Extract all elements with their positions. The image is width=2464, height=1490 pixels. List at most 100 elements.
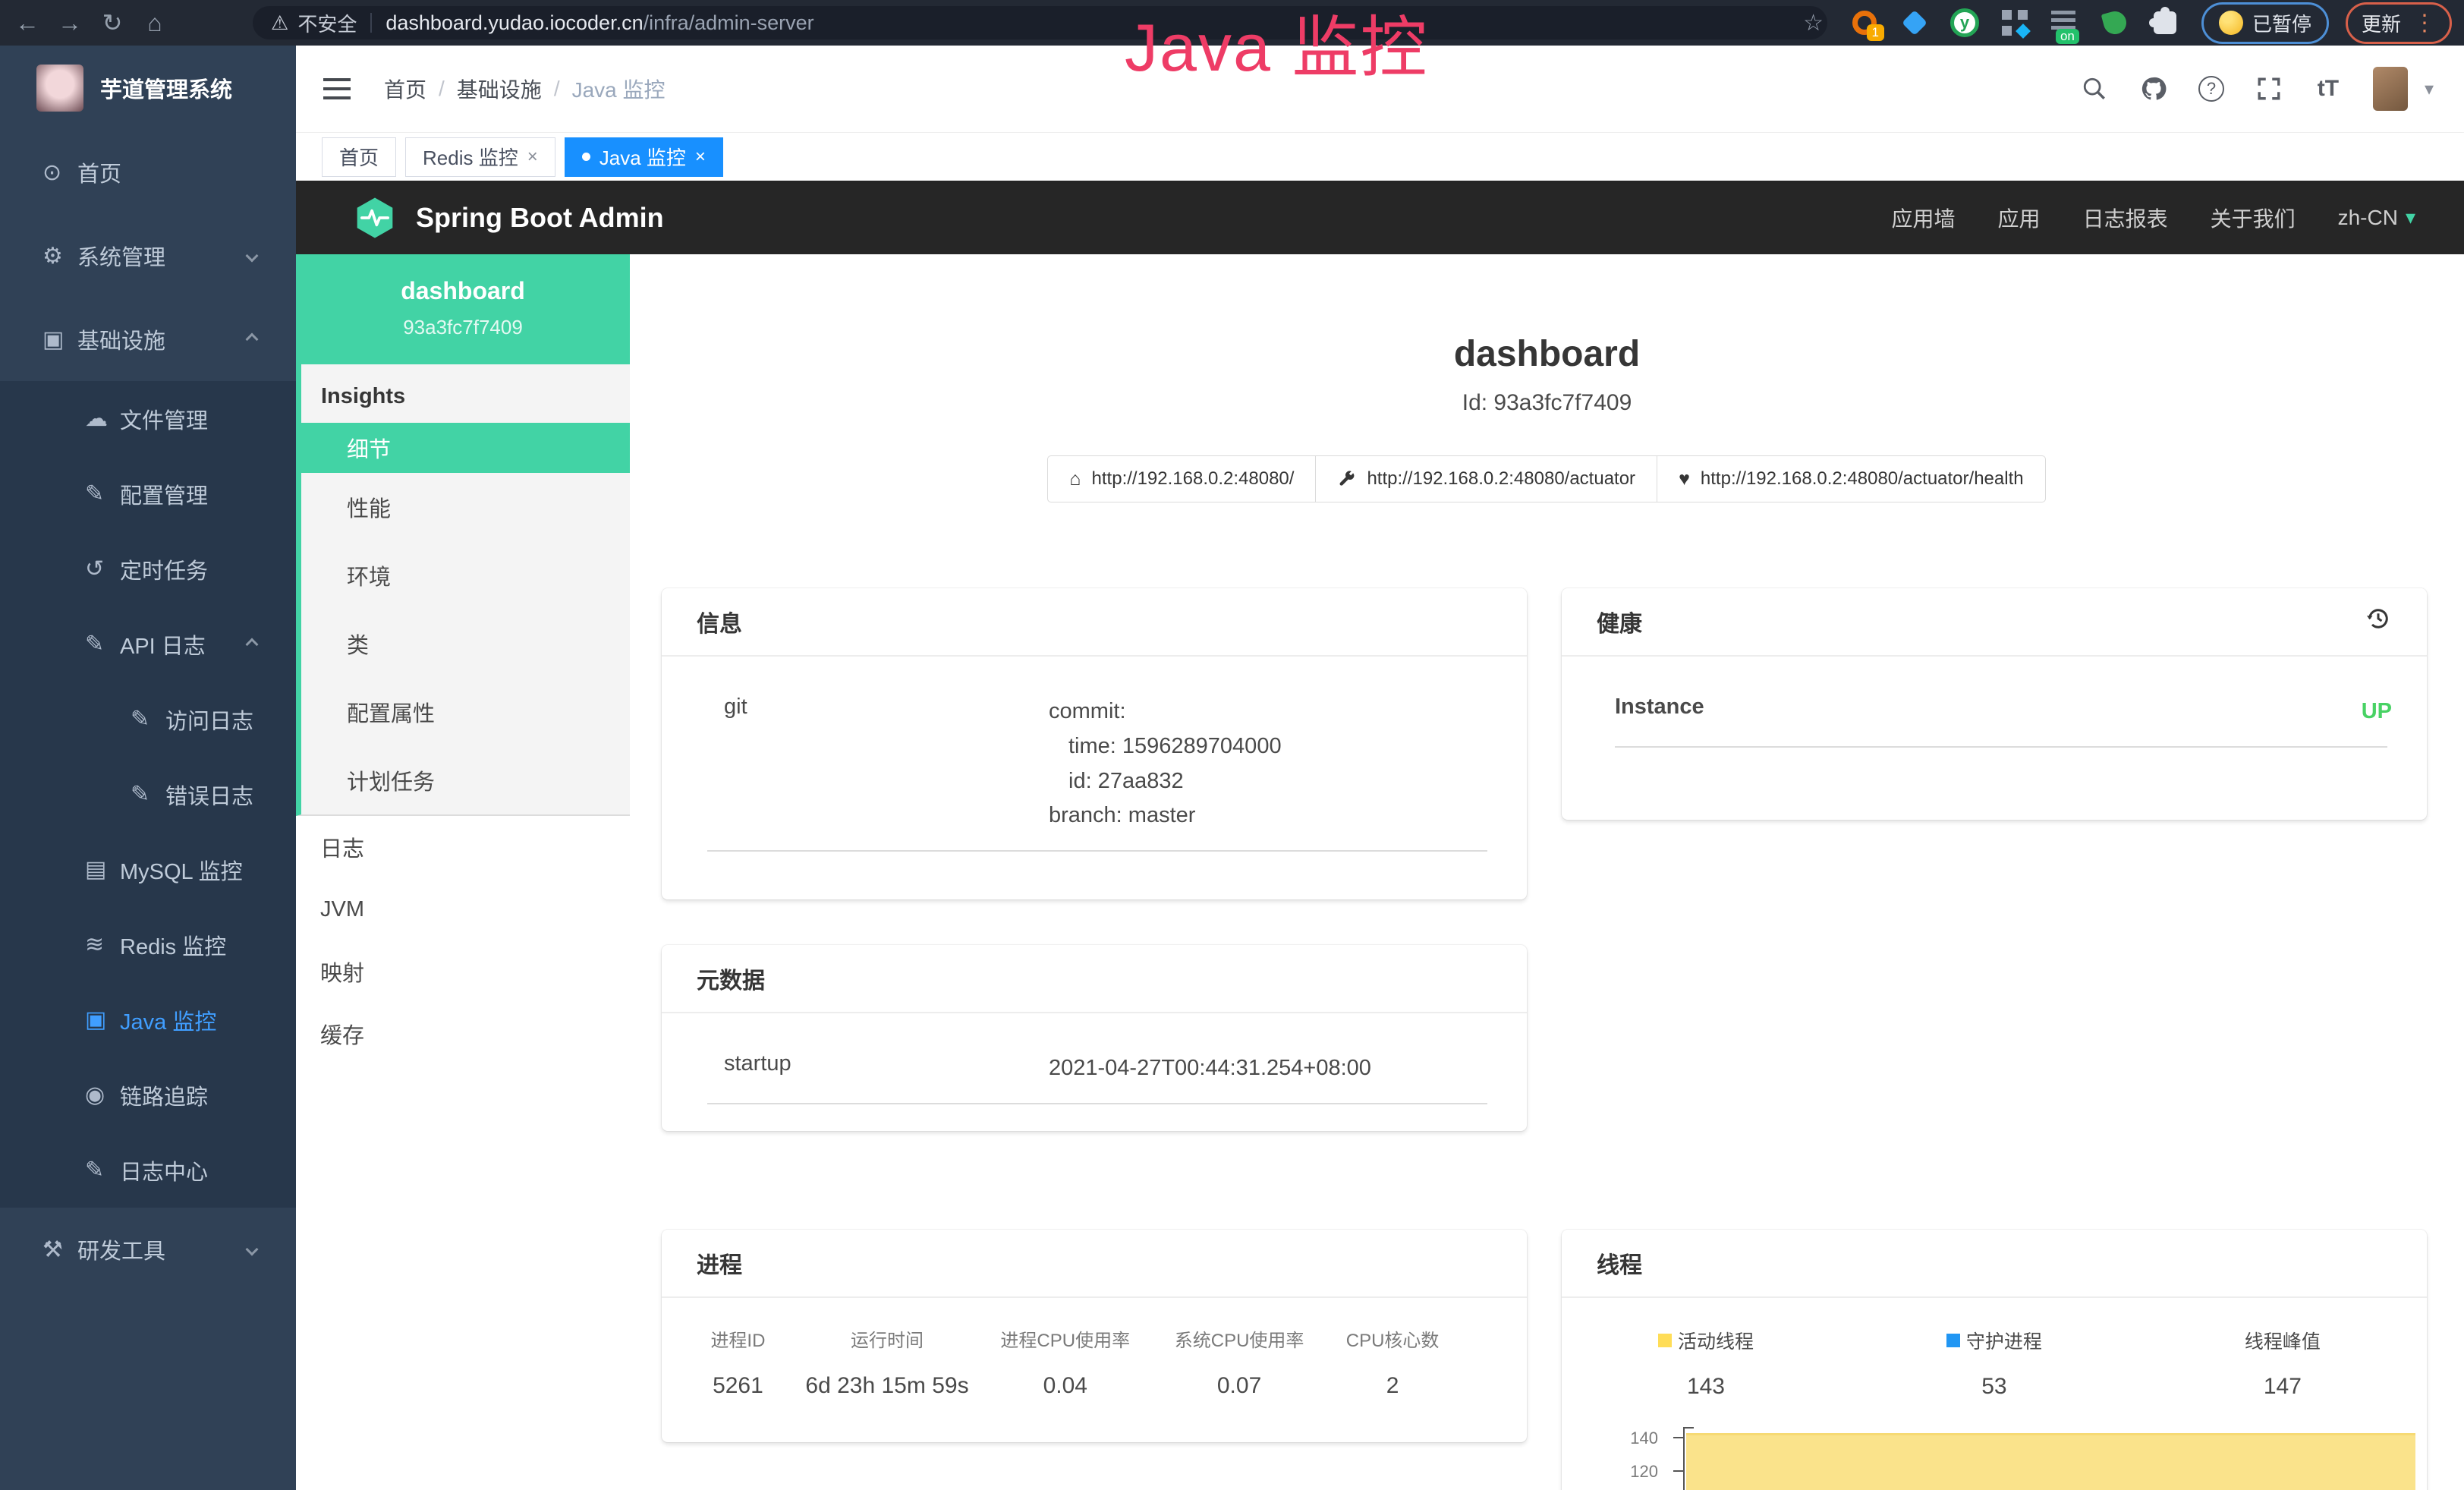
col-value: 5261 — [680, 1373, 796, 1399]
breadcrumb-infra[interactable]: 基础设施 — [457, 74, 542, 104]
help-icon[interactable]: ? — [2198, 76, 2224, 102]
browser-home-icon[interactable]: ⌂ — [134, 9, 176, 37]
address-bar[interactable]: ⚠ 不安全 dashboard.yudao.iocoder.cn/infra/a… — [253, 6, 1827, 39]
reload-icon[interactable]: ↻ — [91, 8, 134, 37]
sidebar-item-file[interactable]: ☁ 文件管理 — [0, 381, 296, 456]
legend-live-threads: 活动线程 143 — [1562, 1327, 1850, 1400]
health-status: UP — [1940, 695, 2392, 729]
profile-paused-chip[interactable]: 已暂停 — [2201, 2, 2329, 44]
info-row-label: git — [724, 695, 1049, 833]
sidebar-item-trace[interactable]: ◉ 链路追踪 — [0, 1057, 296, 1132]
monitor-icon: ▣ — [42, 326, 77, 353]
sba-navbar: Spring Boot Admin 应用墙 应用 日志报表 关于我们 zh-CN… — [296, 181, 2464, 254]
github-icon[interactable] — [2139, 74, 2168, 103]
sba-nav-journal[interactable]: 日志报表 — [2083, 203, 2168, 233]
extension-y-icon[interactable]: y — [1948, 6, 1981, 39]
extension-orange-icon[interactable]: 1 — [1848, 6, 1881, 39]
tab-java-monitor[interactable]: Java 监控 × — [565, 137, 723, 177]
actuator-url-button[interactable]: http://192.168.0.2:48080/actuator — [1315, 455, 1657, 502]
process-card: 进程 进程ID 5261 运行时间 6d 23h 15m 59s 进程CPU使用… — [662, 1230, 1527, 1442]
bookmark-star-icon[interactable]: ☆ — [1803, 10, 1824, 36]
process-col-uptime: 运行时间 6d 23h 15m 59s — [796, 1325, 978, 1399]
sidebar-item-error-log[interactable]: ✎ 错误日志 — [0, 757, 296, 832]
sidebar-item-access-log[interactable]: ✎ 访问日志 — [0, 682, 296, 757]
daemon-threads-swatch — [1946, 1334, 1960, 1347]
instance-nav-environment[interactable]: 环境 — [301, 541, 630, 610]
search-icon[interactable] — [2080, 74, 2109, 103]
col-value: 0.07 — [1152, 1373, 1326, 1399]
sba-nav-about[interactable]: 关于我们 — [2211, 203, 2296, 233]
instance-nav-mappings[interactable]: 映射 — [296, 940, 630, 1003]
extension-leaf-icon[interactable] — [2098, 6, 2132, 39]
fullscreen-icon[interactable] — [2255, 74, 2283, 103]
page-title: dashboard — [630, 333, 2464, 375]
sidebar-item-log-center[interactable]: ✎ 日志中心 — [0, 1132, 296, 1208]
sidebar-item-redis[interactable]: ≋ Redis 监控 — [0, 907, 296, 982]
process-col-system-cpu: 系统CPU使用率 0.07 — [1152, 1325, 1326, 1399]
browser-menu-icon[interactable]: ⋮ — [2413, 10, 2436, 36]
git-commit-line: commit: — [1049, 695, 1492, 729]
sidebar-item-label: 日志中心 — [120, 1155, 208, 1186]
instance-nav-metrics[interactable]: 性能 — [301, 473, 630, 541]
sidebar-item-label: 基础设施 — [77, 323, 165, 355]
endpoint-buttons: ⌂ http://192.168.0.2:48080/ http://192.1… — [630, 455, 2464, 502]
instance-nav-caches[interactable]: 缓存 — [296, 1003, 630, 1065]
sidebar-item-job[interactable]: ↺ 定时任务 — [0, 531, 296, 606]
instance-nav-scheduled-tasks[interactable]: 计划任务 — [301, 746, 630, 814]
tab-home[interactable]: 首页 — [322, 137, 396, 177]
edit-icon: ✎ — [85, 631, 120, 657]
url-host: dashboard.yudao.iocoder.cn — [385, 11, 643, 35]
service-url-button[interactable]: ⌂ http://192.168.0.2:48080/ — [1047, 455, 1316, 502]
legend-value: 147 — [2138, 1374, 2427, 1400]
home-icon: ⌂ — [1069, 468, 1081, 490]
sidebar-item-config[interactable]: ✎ 配置管理 — [0, 456, 296, 531]
instance-nav-details[interactable]: 细节 — [301, 423, 630, 473]
instance-nav-jvm[interactable]: JVM — [296, 878, 630, 940]
status-badge: UP — [2362, 699, 2392, 723]
sidebar-item-devtools[interactable]: ⚒ 研发工具 — [0, 1208, 296, 1291]
app-logo-row[interactable]: 芋道管理系统 — [0, 46, 296, 131]
sidebar-item-infra[interactable]: ▣ 基础设施 — [0, 298, 296, 381]
font-size-icon[interactable]: tT — [2314, 74, 2343, 103]
live-threads-area — [1686, 1433, 2415, 1490]
health-history-icon[interactable] — [2365, 605, 2392, 638]
extension-gem-icon[interactable] — [1898, 6, 1931, 39]
instance-id-subtitle: Id: 93a3fc7f7409 — [630, 390, 2464, 416]
health-url-button[interactable]: ♥ http://192.168.0.2:48080/actuator/heal… — [1657, 455, 2046, 502]
forward-icon[interactable]: → — [49, 9, 91, 37]
instance-nav-config-props[interactable]: 配置属性 — [301, 678, 630, 746]
sidebar-item-label: 定时任务 — [120, 553, 208, 585]
process-col-cpus: CPU核心数 2 — [1326, 1325, 1459, 1399]
close-icon[interactable]: × — [695, 146, 706, 168]
sidebar-item-home[interactable]: ⊙ 首页 — [0, 131, 296, 214]
extensions-puzzle-icon[interactable] — [2148, 6, 2182, 39]
back-icon[interactable]: ← — [6, 9, 49, 37]
sidebar-item-label: Redis 监控 — [120, 929, 226, 961]
extension-grid-icon[interactable] — [1998, 6, 2031, 39]
sidebar-item-api-log[interactable]: ✎ API 日志 — [0, 606, 296, 682]
instance-nav-logs[interactable]: 日志 — [296, 816, 630, 878]
sba-locale-select[interactable]: zh-CN ▾ — [2338, 206, 2415, 230]
user-avatar[interactable] — [2373, 67, 2408, 111]
avatar-caret-icon[interactable]: ▾ — [2425, 78, 2434, 100]
edit-icon: ✎ — [131, 706, 165, 732]
breadcrumb-home[interactable]: 首页 — [384, 74, 426, 104]
layers-icon: ≋ — [85, 931, 120, 958]
instance-header[interactable]: dashboard 93a3fc7f7409 — [296, 254, 630, 364]
close-icon[interactable]: × — [527, 146, 538, 168]
extension-badge: 1 — [1867, 24, 1884, 41]
process-col-process-cpu: 进程CPU使用率 0.04 — [978, 1325, 1152, 1399]
sidebar-item-mysql[interactable]: ▤ MySQL 监控 — [0, 832, 296, 907]
sba-nav-wallboard[interactable]: 应用墙 — [1892, 203, 1956, 233]
extension-list-icon[interactable]: on — [2048, 6, 2082, 39]
sba-nav-applications[interactable]: 应用 — [1998, 203, 2041, 233]
info-card: 信息 git commit: time: 1596289704000 id: 2… — [662, 588, 1527, 899]
sidebar-item-label: 链路追踪 — [120, 1079, 208, 1111]
collapse-menu-icon[interactable] — [323, 78, 351, 99]
sidebar-item-system[interactable]: ⚙ 系统管理 — [0, 214, 296, 298]
browser-update-button[interactable]: 更新 ⋮ — [2346, 2, 2452, 44]
metadata-card-title: 元数据 — [697, 962, 765, 995]
sidebar-item-java[interactable]: ▣ Java 监控 — [0, 982, 296, 1057]
tab-redis-monitor[interactable]: Redis 监控 × — [405, 137, 555, 177]
instance-nav-classes[interactable]: 类 — [301, 610, 630, 678]
